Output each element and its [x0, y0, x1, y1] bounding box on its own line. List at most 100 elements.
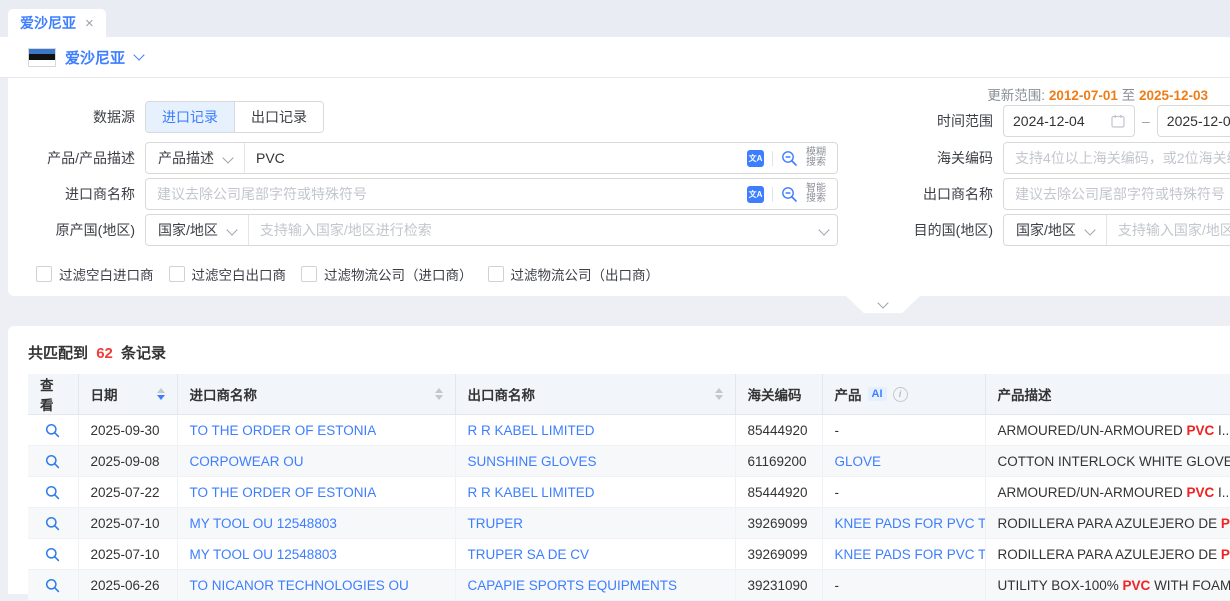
view-record-icon[interactable] — [45, 516, 60, 531]
chevron-down-icon[interactable] — [818, 224, 829, 235]
importer-link[interactable]: MY TOOL OU 12548803 — [190, 516, 337, 531]
table-row: 2025-06-26TO NICANOR TECHNOLOGIES OUCAPA… — [28, 570, 1230, 601]
view-cell[interactable] — [28, 477, 78, 508]
sort-icon[interactable] — [435, 388, 443, 400]
exporter-link[interactable]: TRUPER — [468, 516, 524, 531]
product-cell[interactable]: KNEE PADS FOR PVC T... — [822, 508, 985, 539]
hs-code-input[interactable]: 支持4位以上海关编码，或2位海关编码加上 — [1003, 142, 1230, 174]
smart-search-label[interactable]: 智能搜索 — [806, 184, 828, 204]
importer-link[interactable]: TO THE ORDER OF ESTONIA — [190, 423, 377, 438]
exporter-cell[interactable]: CAPAPIE SPORTS EQUIPMENTS — [455, 570, 735, 601]
smart-search-icon[interactable] — [781, 186, 798, 203]
date-start-input[interactable]: 2024-12-04 — [1003, 105, 1135, 137]
update-range: 更新范围: 2012-07-01 至 2025-12-03 — [987, 84, 1208, 104]
product-cell[interactable]: GLOVE — [822, 446, 985, 477]
importer-cell[interactable]: TO THE ORDER OF ESTONIA — [177, 415, 455, 446]
origin-type-select[interactable]: 国家/地区 — [146, 215, 249, 245]
calendar-icon — [1111, 114, 1125, 128]
exporter-link[interactable]: R R KABEL LIMITED — [468, 485, 595, 500]
collapse-panel-button[interactable] — [846, 296, 920, 313]
product-link[interactable]: KNEE PADS FOR PVC T... — [835, 547, 986, 562]
view-cell[interactable] — [28, 415, 78, 446]
description-cell: COTTON INTERLOCK WHITE GLOVES... — [985, 446, 1230, 477]
table-row: 2025-07-22TO THE ORDER OF ESTONIAR R KAB… — [28, 477, 1230, 508]
origin-placeholder[interactable]: 支持输入国家/地区进行检索 — [249, 220, 811, 240]
product-link[interactable]: KNEE PADS FOR PVC T... — [835, 516, 986, 531]
importer-cell[interactable]: TO NICANOR TECHNOLOGIES OU — [177, 570, 455, 601]
view-record-icon[interactable] — [45, 485, 60, 500]
column-header-3[interactable]: 出口商名称 — [455, 374, 735, 415]
checkbox-filter-logistics-importer[interactable]: 过滤物流公司（进口商） — [301, 264, 473, 284]
product-input[interactable]: PVC — [245, 150, 738, 166]
fuzzy-search-label[interactable]: 模糊搜索 — [806, 148, 828, 168]
column-header-2[interactable]: 进口商名称 — [177, 374, 455, 415]
chevron-down-icon[interactable] — [133, 49, 144, 60]
exporter-cell[interactable]: R R KABEL LIMITED — [455, 415, 735, 446]
importer-link[interactable]: CORPOWEAR OU — [190, 454, 304, 469]
view-cell[interactable] — [28, 446, 78, 477]
close-icon[interactable]: × — [85, 16, 94, 31]
column-label: 海关编码 — [748, 384, 802, 404]
column-header-4: 海关编码 — [735, 374, 822, 415]
checkbox-icon[interactable] — [301, 266, 317, 282]
checkbox-filter-blank-importer[interactable]: 过滤空白进口商 — [36, 264, 154, 284]
column-label: 进口商名称 — [190, 384, 258, 404]
results-panel: 共匹配到 62 条记录 查看日期进口商名称出口商名称海关编码产品AIi产品描述 … — [8, 326, 1230, 594]
exporter-input[interactable]: 建议去除公司尾部字符或特殊符号 — [1003, 178, 1230, 210]
origin-compound-input: 国家/地区 支持输入国家/地区进行检索 — [145, 214, 838, 246]
importer-placeholder: 建议去除公司尾部字符或特殊符号 — [146, 184, 738, 204]
exporter-link[interactable]: SUNSHINE GLOVES — [468, 454, 597, 469]
importer-cell[interactable]: CORPOWEAR OU — [177, 446, 455, 477]
destination-placeholder[interactable]: 支持输入国家/地区进行检索 — [1107, 220, 1230, 240]
origin-type-value: 国家/地区 — [158, 220, 218, 240]
view-record-icon[interactable] — [45, 578, 60, 593]
exporter-cell[interactable]: R R KABEL LIMITED — [455, 477, 735, 508]
checkbox-icon[interactable] — [169, 266, 185, 282]
importer-link[interactable]: TO THE ORDER OF ESTONIA — [190, 485, 377, 500]
view-cell[interactable] — [28, 539, 78, 570]
checkbox-icon[interactable] — [488, 266, 504, 282]
exporter-cell[interactable]: TRUPER — [455, 508, 735, 539]
tab-export-records[interactable]: 出口记录 — [235, 102, 323, 132]
view-record-icon[interactable] — [45, 547, 60, 562]
translate-icon[interactable]: 文A — [747, 150, 764, 167]
product-link[interactable]: GLOVE — [835, 454, 882, 469]
importer-input[interactable]: 建议去除公司尾部字符或特殊符号 文A 智能搜索 — [145, 178, 838, 210]
exporter-cell[interactable]: TRUPER SA DE CV — [455, 539, 735, 570]
importer-link[interactable]: MY TOOL OU 12548803 — [190, 547, 337, 562]
view-record-icon[interactable] — [45, 423, 60, 438]
destination-type-select[interactable]: 国家/地区 — [1004, 215, 1107, 245]
product-compound-input: 产品描述 PVC 文A 模糊搜索 — [145, 142, 838, 174]
importer-cell[interactable]: MY TOOL OU 12548803 — [177, 508, 455, 539]
checkbox-icon[interactable] — [36, 266, 52, 282]
date-end-input[interactable]: 2025-12-03 — [1157, 105, 1230, 137]
exporter-cell[interactable]: SUNSHINE GLOVES — [455, 446, 735, 477]
tab-import-records[interactable]: 进口记录 — [146, 102, 235, 132]
exporter-link[interactable]: R R KABEL LIMITED — [468, 423, 595, 438]
date-cell: 2025-07-10 — [78, 508, 177, 539]
importer-cell[interactable]: MY TOOL OU 12548803 — [177, 539, 455, 570]
sort-icon[interactable] — [157, 388, 165, 400]
view-cell[interactable] — [28, 508, 78, 539]
checkbox-filter-blank-exporter[interactable]: 过滤空白出口商 — [169, 264, 287, 284]
importer-link[interactable]: TO NICANOR TECHNOLOGIES OU — [190, 578, 409, 593]
tab-estonia[interactable]: 爱沙尼亚 × — [8, 9, 106, 37]
checkbox-filter-logistics-exporter[interactable]: 过滤物流公司（出口商） — [488, 264, 660, 284]
exporter-link[interactable]: TRUPER SA DE CV — [468, 547, 590, 562]
view-record-icon[interactable] — [45, 454, 60, 469]
chevron-down-icon — [226, 224, 237, 235]
product-cell[interactable]: KNEE PADS FOR PVC T... — [822, 539, 985, 570]
destination-compound-input: 国家/地区 支持输入国家/地区进行检索 — [1003, 214, 1230, 246]
checkbox-label: 过滤空白进口商 — [59, 264, 154, 284]
view-cell[interactable] — [28, 570, 78, 601]
exporter-link[interactable]: CAPAPIE SPORTS EQUIPMENTS — [468, 578, 678, 593]
importer-cell[interactable]: TO THE ORDER OF ESTONIA — [177, 477, 455, 508]
update-range-to: 2025-12-03 — [1139, 88, 1208, 103]
product-type-select[interactable]: 产品描述 — [146, 143, 245, 173]
fuzzy-search-icon[interactable] — [781, 150, 798, 167]
info-icon[interactable]: i — [893, 387, 908, 402]
table-header-row: 查看日期进口商名称出口商名称海关编码产品AIi产品描述 — [28, 374, 1230, 415]
sort-icon[interactable] — [715, 388, 723, 400]
column-header-1[interactable]: 日期 — [78, 374, 177, 415]
translate-icon[interactable]: 文A — [747, 186, 764, 203]
